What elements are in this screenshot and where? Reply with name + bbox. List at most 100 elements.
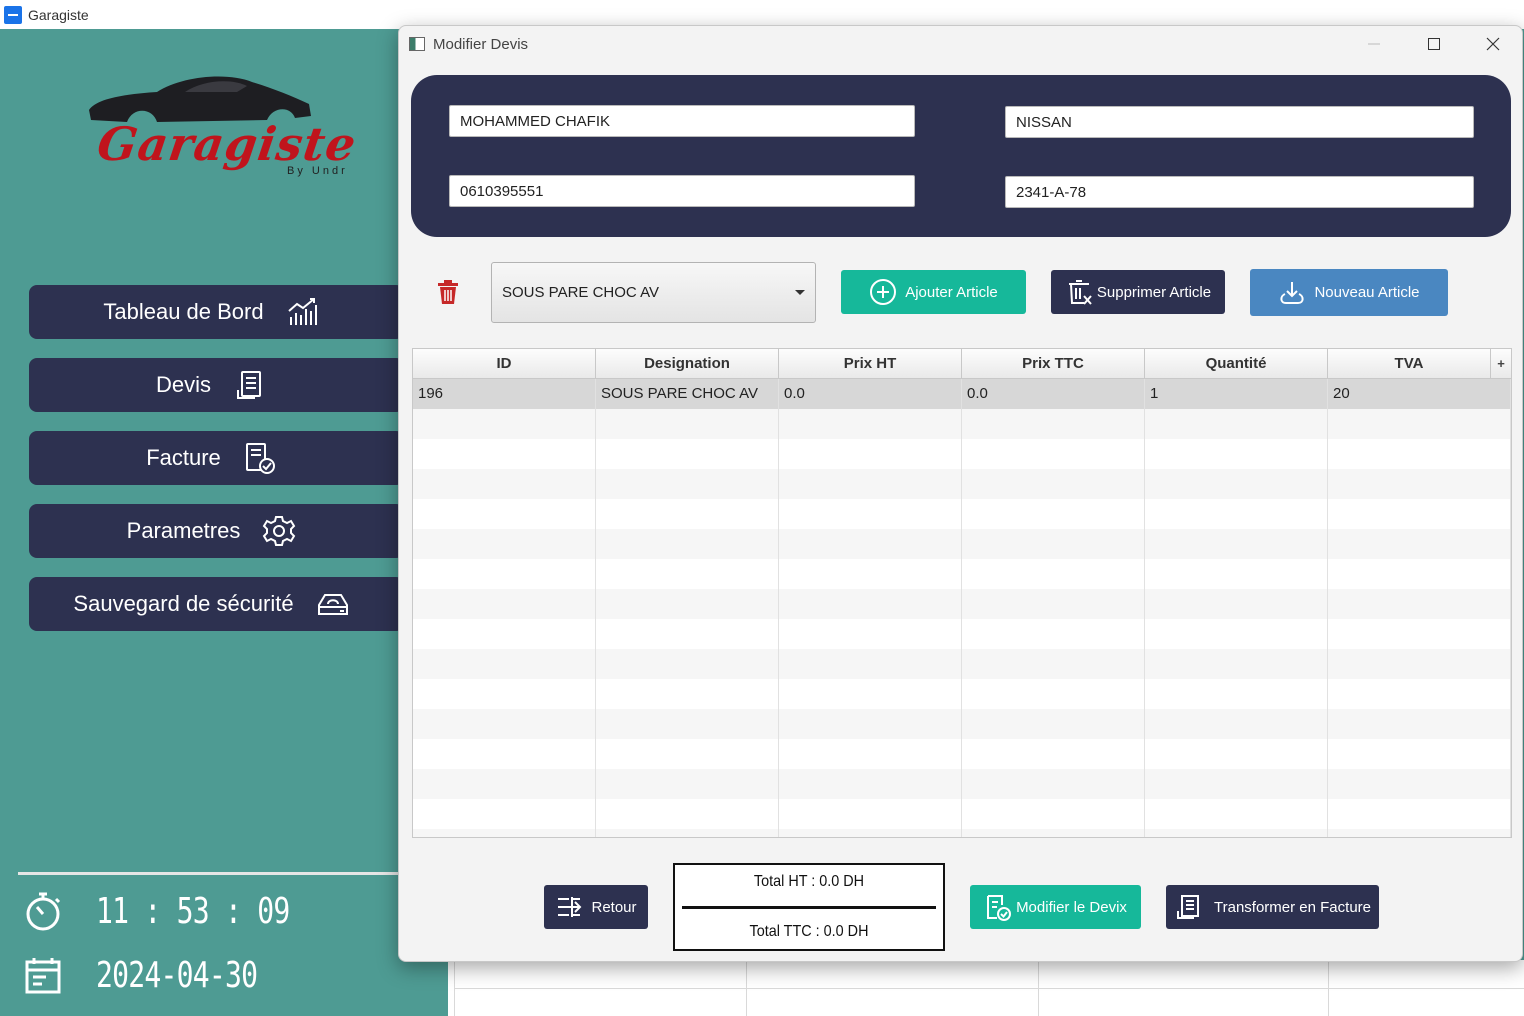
column-header-prix-ht[interactable]: Prix HT <box>779 349 962 378</box>
empty-cell <box>413 529 596 559</box>
empty-cell <box>779 589 962 619</box>
date-row: 2024-04-30 <box>24 955 303 996</box>
plate-field[interactable] <box>1005 176 1474 208</box>
empty-table-row <box>413 439 1511 469</box>
sidebar-item-sauvegarde[interactable]: Sauvegard de sécurité <box>29 577 404 631</box>
empty-cell <box>1328 499 1511 529</box>
empty-cell <box>596 799 779 829</box>
empty-table-row <box>413 529 1511 559</box>
clock-row: 11 : 53 : 09 <box>24 890 344 932</box>
maximize-icon <box>1428 38 1440 50</box>
column-header-prix-ttc[interactable]: Prix TTC <box>962 349 1145 378</box>
new-article-button[interactable]: Nouveau Article <box>1250 269 1448 316</box>
empty-cell <box>596 559 779 589</box>
empty-cell <box>413 559 596 589</box>
transform-invoice-button[interactable]: Transformer en Facture <box>1166 885 1379 929</box>
empty-cell <box>1328 529 1511 559</box>
delete-article-button[interactable]: Supprimer Article <box>1051 270 1225 314</box>
empty-table-row <box>413 469 1511 499</box>
empty-cell <box>413 409 596 439</box>
empty-cell <box>962 589 1145 619</box>
empty-table-row <box>413 619 1511 649</box>
empty-cell <box>962 709 1145 739</box>
empty-cell <box>596 769 779 799</box>
close-button[interactable] <box>1464 26 1522 62</box>
empty-cell <box>596 649 779 679</box>
empty-cell <box>962 409 1145 439</box>
sidebar-item-label: Sauvegard de sécurité <box>73 591 294 616</box>
clock-time: 11 : 53 : 09 <box>96 890 290 932</box>
logo-subtitle: By Undr <box>287 165 348 177</box>
trash-icon[interactable] <box>436 279 460 305</box>
sidebar-item-parametres[interactable]: Parametres <box>29 504 404 558</box>
maximize-button[interactable] <box>1405 26 1463 62</box>
phone-field[interactable] <box>449 175 915 207</box>
empty-cell <box>779 559 962 589</box>
plus-circle-icon <box>870 279 897 305</box>
invoice-icon <box>1177 895 1199 919</box>
cell-designation: SOUS PARE CHOC AV <box>596 379 779 409</box>
sidebar-item-label: Devis <box>155 372 211 397</box>
empty-cell <box>1145 589 1328 619</box>
empty-cell <box>962 499 1145 529</box>
empty-cell <box>962 469 1145 499</box>
sidebar-item-label: Parametres <box>126 518 241 543</box>
new-article-label: Nouveau Article <box>1314 284 1420 301</box>
cell-id: 196 <box>413 379 596 409</box>
empty-cell <box>962 829 1145 837</box>
app-icon <box>4 5 22 24</box>
back-button[interactable]: Retour <box>544 885 648 929</box>
current-date: 2024-04-30 <box>96 955 258 996</box>
background-table-col <box>1328 960 1329 1016</box>
empty-cell <box>596 679 779 709</box>
empty-cell <box>1145 829 1328 837</box>
empty-cell <box>779 769 962 799</box>
column-header-designation[interactable]: Designation <box>596 349 779 378</box>
minimize-button[interactable] <box>1345 26 1403 62</box>
dialog-titlebar: Modifier Devis <box>399 26 1522 62</box>
empty-cell <box>779 709 962 739</box>
cell-tva: 20 <box>1328 379 1511 409</box>
download-tray-icon <box>1280 281 1305 304</box>
empty-table-row <box>413 589 1511 619</box>
column-header-id[interactable]: ID <box>413 349 596 378</box>
modifier-devis-dialog: Modifier Devis SOUS PARE CHOC AV Ajouter… <box>398 25 1523 962</box>
empty-cell <box>1145 739 1328 769</box>
sidebar-item-devis[interactable]: Devis <box>29 358 404 412</box>
empty-cell <box>962 739 1145 769</box>
empty-cell <box>779 619 962 649</box>
sidebar-item-facture[interactable]: Facture <box>29 431 404 485</box>
sidebar-item-label: Facture <box>146 445 221 470</box>
background-table <box>448 960 1524 1016</box>
empty-cell <box>962 679 1145 709</box>
transform-invoice-label: Transformer en Facture <box>1214 898 1371 916</box>
column-menu-button[interactable]: + <box>1491 349 1511 378</box>
client-name-field[interactable] <box>449 105 915 137</box>
car-brand-field[interactable] <box>1005 106 1474 138</box>
background-table-col <box>454 960 455 1016</box>
empty-cell <box>779 829 962 837</box>
empty-cell <box>1145 469 1328 499</box>
add-article-button[interactable]: Ajouter Article <box>841 270 1026 314</box>
empty-cell <box>1328 589 1511 619</box>
total-ht: Total HT : 0.0 DH <box>753 873 865 890</box>
app-title: Garagiste <box>28 6 89 23</box>
modify-devis-button[interactable]: Modifier le Devix <box>970 885 1141 929</box>
minimize-icon <box>1368 43 1380 45</box>
stopwatch-icon <box>26 892 61 931</box>
empty-cell <box>779 469 962 499</box>
sidebar-item-tableau-de-bord[interactable]: Tableau de Bord <box>29 285 404 339</box>
empty-table-row <box>413 409 1511 439</box>
close-icon <box>1486 37 1500 51</box>
empty-table-row <box>413 769 1511 799</box>
article-select[interactable]: SOUS PARE CHOC AV <box>491 262 816 323</box>
column-header-quantite[interactable]: Quantité <box>1145 349 1328 378</box>
background-table-row <box>454 988 1524 989</box>
empty-table-row <box>413 559 1511 589</box>
empty-cell <box>1328 469 1511 499</box>
empty-cell <box>413 589 596 619</box>
sidebar-item-label: Tableau de Bord <box>103 299 264 324</box>
add-article-label: Ajouter Article <box>905 283 998 301</box>
column-header-tva[interactable]: TVA <box>1328 349 1491 378</box>
table-row[interactable]: 196 SOUS PARE CHOC AV 0.0 0.0 1 20 <box>413 379 1511 409</box>
